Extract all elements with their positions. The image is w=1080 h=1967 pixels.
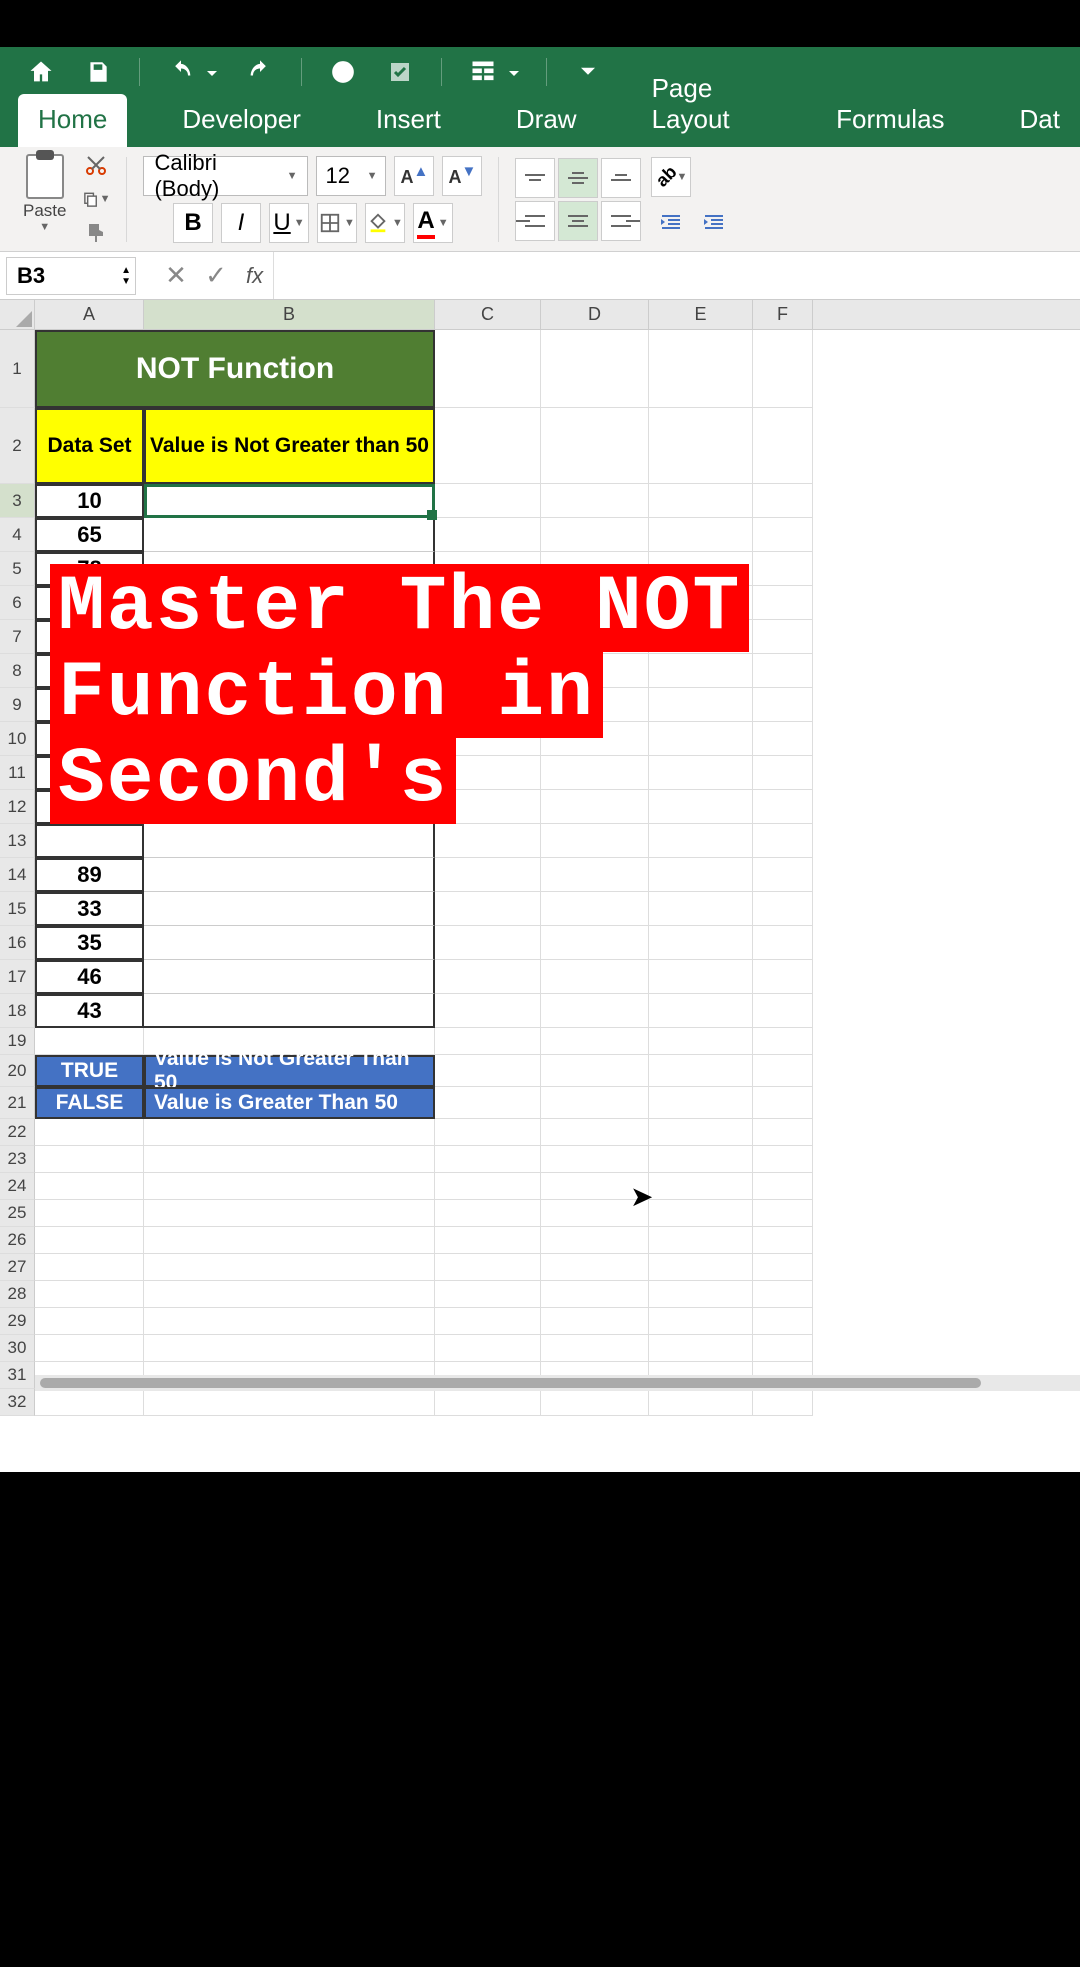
row-header[interactable]: 2: [0, 408, 35, 484]
tab-formulas[interactable]: Formulas: [816, 94, 964, 147]
tab-insert[interactable]: Insert: [356, 94, 461, 147]
table-dropdown-icon[interactable]: [509, 66, 521, 78]
format-painter-icon[interactable]: [82, 219, 110, 247]
legend-true-text[interactable]: Value is Not Greater Than 50: [144, 1055, 435, 1087]
name-box[interactable]: B3 ▲▼: [6, 257, 136, 295]
tab-page-layout[interactable]: Page Layout: [632, 63, 782, 147]
bold-button[interactable]: B: [173, 203, 213, 243]
formula-bar: B3 ▲▼ ✕ ✓ fx: [0, 252, 1080, 300]
align-bottom[interactable]: [601, 158, 641, 198]
decrease-indent-icon[interactable]: [651, 202, 691, 242]
data-cell[interactable]: 10: [35, 484, 144, 518]
font-size-select[interactable]: 12▼: [316, 156, 386, 196]
decrease-font-icon[interactable]: A▼: [442, 156, 482, 196]
customize-toolbar-icon[interactable]: [572, 56, 604, 88]
tab-data[interactable]: Dat: [1000, 94, 1080, 147]
spreadsheet: A B C D E F 1 NOT Function 2 Data Set Va…: [0, 300, 1080, 1416]
redo-icon[interactable]: [244, 56, 276, 88]
font-name-select[interactable]: Calibri (Body)▼: [143, 156, 308, 196]
font-color-button[interactable]: A▼: [413, 203, 453, 243]
data-cell[interactable]: 65: [35, 518, 144, 552]
header-data-set[interactable]: Data Set: [35, 408, 144, 484]
overlay-text: Master The NOT Function in Second's: [50, 566, 749, 823]
clipboard-icon: [26, 154, 64, 199]
orientation-button[interactable]: ab▼: [651, 157, 691, 197]
copy-icon[interactable]: ▼: [82, 185, 110, 213]
align-right[interactable]: [601, 201, 641, 241]
col-header-e[interactable]: E: [649, 300, 753, 329]
col-header-b[interactable]: B: [144, 300, 435, 329]
cancel-icon[interactable]: ✕: [156, 260, 196, 291]
circle-icon[interactable]: [327, 56, 359, 88]
tab-draw[interactable]: Draw: [496, 94, 597, 147]
home-icon[interactable]: [25, 56, 57, 88]
tab-home[interactable]: Home: [18, 94, 127, 147]
legend-true[interactable]: TRUE: [35, 1055, 144, 1087]
save-icon[interactable]: [82, 56, 114, 88]
fx-icon[interactable]: fx: [246, 263, 263, 289]
data-cell[interactable]: [144, 484, 435, 518]
enter-icon[interactable]: ✓: [196, 260, 236, 291]
ribbon: Paste ▼ ▼ Calibri (Body)▼ 12▼ A▲ A▼ B I …: [0, 147, 1080, 252]
ribbon-tabs: Home Developer Insert Draw Page Layout F…: [0, 97, 1080, 147]
row-header[interactable]: 1: [0, 330, 35, 408]
clipboard-group: Paste ▼ ▼: [15, 151, 110, 247]
increase-indent-icon[interactable]: [694, 202, 734, 242]
cell-grid[interactable]: 1 NOT Function 2 Data Set Value is Not G…: [0, 330, 1080, 1416]
col-header-d[interactable]: D: [541, 300, 649, 329]
col-header-a[interactable]: A: [35, 300, 144, 329]
row-header[interactable]: 3: [0, 484, 35, 518]
header-value[interactable]: Value is Not Greater than 50: [144, 408, 435, 484]
select-all-corner[interactable]: [0, 300, 35, 329]
row-header[interactable]: 5: [0, 552, 35, 586]
increase-font-icon[interactable]: A▲: [394, 156, 434, 196]
formula-input[interactable]: [273, 252, 1080, 299]
align-top[interactable]: [515, 158, 555, 198]
legend-false[interactable]: FALSE: [35, 1087, 144, 1119]
italic-button[interactable]: I: [221, 203, 261, 243]
align-left[interactable]: [515, 201, 555, 241]
legend-false-text[interactable]: Value is Greater Than 50: [144, 1087, 435, 1119]
fill-color-button[interactable]: ▼: [365, 203, 405, 243]
row-header[interactable]: 4: [0, 518, 35, 552]
scroll-thumb[interactable]: [40, 1378, 981, 1388]
borders-button[interactable]: ▼: [317, 203, 357, 243]
mouse-cursor-icon: ➤: [630, 1180, 653, 1213]
align-middle[interactable]: [558, 158, 598, 198]
col-header-f[interactable]: F: [753, 300, 813, 329]
cut-icon[interactable]: [82, 151, 110, 179]
tab-developer[interactable]: Developer: [162, 94, 321, 147]
undo-icon[interactable]: [165, 56, 197, 88]
quick-access-toolbar: [0, 47, 1080, 97]
undo-dropdown-icon[interactable]: [207, 66, 219, 78]
underline-button[interactable]: U▼: [269, 203, 309, 243]
alignment-group: ab▼: [515, 157, 734, 242]
font-group: Calibri (Body)▼ 12▼ A▲ A▼ B I U▼ ▼ ▼ A▼: [143, 156, 482, 243]
check-square-icon[interactable]: [384, 56, 416, 88]
horizontal-scrollbar[interactable]: [35, 1375, 1080, 1391]
align-center[interactable]: [558, 201, 598, 241]
title-cell[interactable]: NOT Function: [35, 330, 435, 408]
col-header-c[interactable]: C: [435, 300, 541, 329]
paste-button[interactable]: Paste ▼: [15, 151, 74, 236]
table-icon[interactable]: [467, 56, 499, 88]
